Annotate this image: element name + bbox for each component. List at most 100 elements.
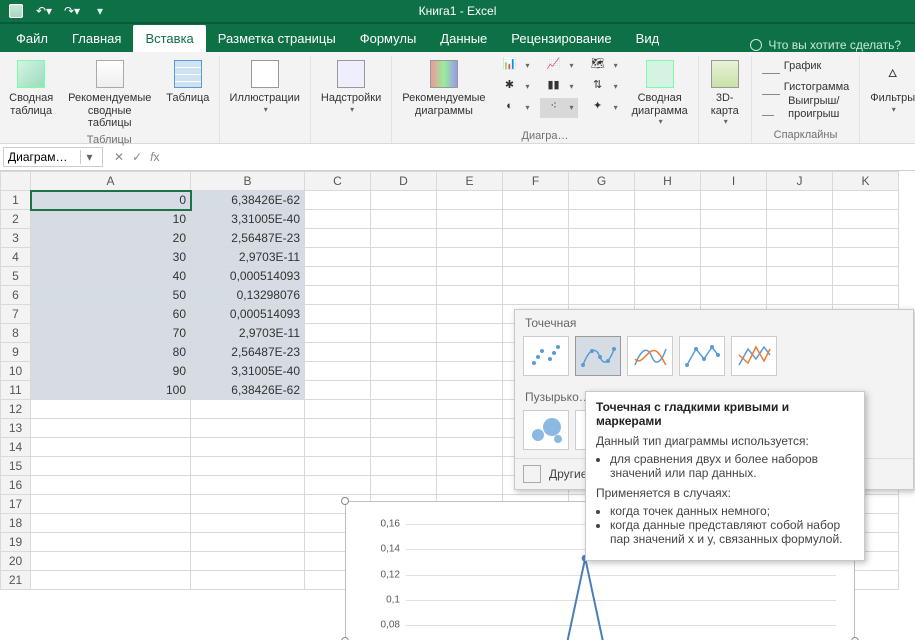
cell[interactable]: 0,000514093: [191, 267, 305, 286]
cell[interactable]: 20: [31, 229, 191, 248]
stock-chart-menu[interactable]: ⇅: [584, 77, 622, 97]
row-header[interactable]: 17: [1, 495, 31, 514]
tab-formulas[interactable]: Формулы: [348, 25, 429, 52]
pie-chart-menu[interactable]: ◐: [496, 98, 534, 118]
row-header[interactable]: 11: [1, 381, 31, 400]
name-box-dropdown-icon[interactable]: ▾: [80, 150, 98, 164]
col-header[interactable]: K: [833, 172, 899, 191]
cell[interactable]: 0: [31, 191, 191, 210]
map-chart-menu[interactable]: 🗺: [584, 56, 622, 76]
tab-home[interactable]: Главная: [60, 25, 133, 52]
row-header[interactable]: 15: [1, 457, 31, 476]
save-icon[interactable]: [6, 1, 26, 21]
scatter-lines-thumb[interactable]: [731, 336, 777, 376]
sparkline-column-button[interactable]: Гистограмма: [758, 77, 854, 97]
cell[interactable]: 40: [31, 267, 191, 286]
row-header[interactable]: 9: [1, 343, 31, 362]
formula-input[interactable]: [167, 144, 915, 170]
row-header[interactable]: 6: [1, 286, 31, 305]
tab-view[interactable]: Вид: [624, 25, 672, 52]
col-header[interactable]: D: [371, 172, 437, 191]
fx-icon[interactable]: fx: [150, 150, 159, 164]
tab-insert[interactable]: Вставка: [133, 25, 205, 52]
column-headers[interactable]: A B C D E F G H I J K: [1, 172, 899, 191]
cell[interactable]: 0,000514093: [191, 305, 305, 324]
line-chart-menu[interactable]: 📈: [540, 56, 578, 76]
cell[interactable]: 70: [31, 324, 191, 343]
row-header[interactable]: 4: [1, 248, 31, 267]
bar-chart-menu[interactable]: 📊: [496, 56, 534, 76]
row-header[interactable]: 20: [1, 552, 31, 571]
cell[interactable]: 2,56487E-23: [191, 343, 305, 362]
scatter-markers-thumb[interactable]: [523, 336, 569, 376]
scatter-smooth-markers-thumb[interactable]: [575, 336, 621, 376]
cell[interactable]: 6,38426E-62: [191, 191, 305, 210]
cell[interactable]: 0,13298076: [191, 286, 305, 305]
col-header[interactable]: I: [701, 172, 767, 191]
sparkline-line-button[interactable]: График: [758, 56, 854, 76]
recommended-pivot-button[interactable]: Рекомендуемые сводные таблицы: [62, 56, 157, 132]
name-box-input[interactable]: [4, 148, 80, 166]
row-header[interactable]: 3: [1, 229, 31, 248]
tab-data[interactable]: Данные: [428, 25, 499, 52]
row-header[interactable]: 7: [1, 305, 31, 324]
select-all-corner[interactable]: [1, 172, 31, 191]
col-header[interactable]: G: [569, 172, 635, 191]
tab-file[interactable]: Файл: [4, 25, 60, 52]
addins-button[interactable]: Надстройки: [317, 56, 385, 116]
table-row[interactable]: 1 0 6,38426E-62: [1, 191, 899, 210]
accept-icon[interactable]: ✓: [132, 150, 142, 164]
row-header[interactable]: 1: [1, 191, 31, 210]
col-header[interactable]: C: [305, 172, 371, 191]
cell[interactable]: 50: [31, 286, 191, 305]
cell[interactable]: 100: [31, 381, 191, 400]
3d-map-button[interactable]: 3D- карта: [705, 56, 745, 128]
cell[interactable]: 80: [31, 343, 191, 362]
cell[interactable]: 2,9703E-11: [191, 324, 305, 343]
hierarchy-chart-menu[interactable]: ✱: [496, 77, 534, 97]
sparkline-winloss-button[interactable]: Выигрыш/проигрыш: [758, 98, 854, 118]
table-row[interactable]: 6 50 0,13298076: [1, 286, 899, 305]
row-header[interactable]: 16: [1, 476, 31, 495]
row-header[interactable]: 5: [1, 267, 31, 286]
column-chart-menu[interactable]: ▮▮: [540, 77, 578, 97]
qat-customize-icon[interactable]: ▾: [90, 1, 110, 21]
col-header[interactable]: F: [503, 172, 569, 191]
row-header[interactable]: 18: [1, 514, 31, 533]
col-header[interactable]: E: [437, 172, 503, 191]
cell[interactable]: 2,9703E-11: [191, 248, 305, 267]
cell[interactable]: 3,31005E-40: [191, 362, 305, 381]
col-header[interactable]: B: [191, 172, 305, 191]
scatter-smooth-thumb[interactable]: [627, 336, 673, 376]
row-header[interactable]: 2: [1, 210, 31, 229]
illustrations-button[interactable]: Иллюстрации: [226, 56, 304, 116]
cell[interactable]: 10: [31, 210, 191, 229]
resize-handle[interactable]: [341, 497, 349, 505]
redo-icon[interactable]: ↷▾: [62, 1, 82, 21]
cell[interactable]: 2,56487E-23: [191, 229, 305, 248]
bubble-thumb[interactable]: [523, 410, 569, 450]
name-box[interactable]: ▾: [3, 147, 103, 167]
table-row[interactable]: 3 20 2,56487E-23: [1, 229, 899, 248]
row-header[interactable]: 13: [1, 419, 31, 438]
row-header[interactable]: 14: [1, 438, 31, 457]
tell-me-search[interactable]: Что вы хотите сделать?: [740, 38, 911, 52]
cell[interactable]: 90: [31, 362, 191, 381]
cell[interactable]: 30: [31, 248, 191, 267]
tab-review[interactable]: Рецензирование: [499, 25, 623, 52]
row-header[interactable]: 12: [1, 400, 31, 419]
cell[interactable]: 6,38426E-62: [191, 381, 305, 400]
pivot-table-button[interactable]: Сводная таблица: [6, 56, 56, 119]
col-header[interactable]: A: [31, 172, 191, 191]
col-header[interactable]: H: [635, 172, 701, 191]
row-header[interactable]: 21: [1, 571, 31, 590]
row-header[interactable]: 10: [1, 362, 31, 381]
cell[interactable]: 3,31005E-40: [191, 210, 305, 229]
filter-button[interactable]: 🜂Фильтры: [866, 56, 915, 116]
table-row[interactable]: 4 30 2,9703E-11: [1, 248, 899, 267]
surface-chart-menu[interactable]: ✦: [584, 98, 622, 118]
tab-page-layout[interactable]: Разметка страницы: [206, 25, 348, 52]
table-row[interactable]: 2 10 3,31005E-40: [1, 210, 899, 229]
col-header[interactable]: J: [767, 172, 833, 191]
pivot-chart-button[interactable]: Сводная диаграмма: [628, 56, 692, 128]
